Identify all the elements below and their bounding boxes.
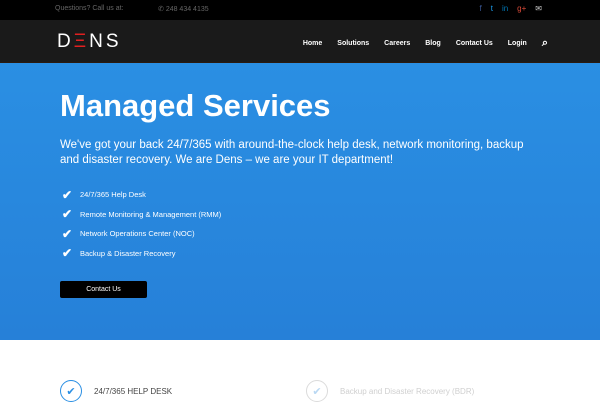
search-icon[interactable]: ⌕ — [542, 37, 548, 50]
logo-ns: NS — [89, 31, 122, 52]
check-circle-icon: ✔ — [306, 380, 328, 402]
list-item-label: Remote Monitoring & Management (RMM) — [80, 209, 222, 219]
nav-home[interactable]: Home — [303, 40, 322, 47]
check-icon: ✔ — [62, 207, 73, 222]
list-item: ✔ 24/7/365 Help Desk — [62, 185, 221, 205]
logo-d: D — [57, 31, 74, 52]
nav-login[interactable]: Login — [508, 40, 527, 47]
feature-title: 24/7/365 HELP DESK — [94, 386, 173, 396]
nav-solutions[interactable]: Solutions — [337, 40, 369, 47]
page-title: Managed Services — [60, 88, 331, 123]
list-item-label: 24/7/365 Help Desk — [80, 190, 146, 200]
twitter-icon[interactable]: t — [491, 4, 493, 13]
list-item-label: Network Operations Center (NOC) — [80, 229, 195, 239]
contact-us-button[interactable]: Contact Us — [60, 281, 147, 298]
list-item-label: Backup & Disaster Recovery — [80, 248, 176, 258]
service-list: ✔ 24/7/365 Help Desk ✔ Remote Monitoring &… — [62, 185, 221, 263]
phone-number[interactable]: ✆ 248 434 4135 — [158, 5, 209, 13]
nav-careers[interactable]: Careers — [384, 40, 410, 47]
top-bar: Questions? Call us at: ✆ 248 434 4135 f … — [0, 0, 600, 20]
email-icon[interactable]: ✉ — [535, 4, 542, 13]
facebook-icon[interactable]: f — [479, 4, 481, 13]
main-nav: DΞNS Home Solutions Careers Blog Contact… — [0, 20, 600, 63]
linkedin-icon[interactable]: in — [502, 4, 508, 13]
phone-text: 248 434 4135 — [165, 6, 209, 13]
check-icon: ✔ — [62, 226, 73, 241]
google-plus-icon[interactable]: g+ — [517, 4, 526, 13]
check-circle-icon: ✔ — [60, 380, 82, 402]
check-icon: ✔ — [62, 246, 73, 261]
check-icon: ✔ — [62, 187, 73, 202]
hero-subtitle: We've got your back 24/7/365 with around… — [60, 139, 524, 166]
logo-e: Ξ — [73, 31, 90, 52]
list-item: ✔ Backup & Disaster Recovery — [62, 244, 221, 264]
nav-blog[interactable]: Blog — [425, 40, 441, 47]
question-text: Questions? Call us at: — [55, 5, 124, 12]
hero-section: Managed Services We've got your back 24/… — [0, 63, 600, 340]
feature-help-desk: ✔ 24/7/365 HELP DESK — [60, 380, 172, 402]
nav-contact-us[interactable]: Contact Us — [456, 40, 493, 47]
list-item: ✔ Remote Monitoring & Management (RMM) — [62, 205, 221, 225]
logo[interactable]: DΞNS — [57, 31, 122, 53]
feature-title: Backup and Disaster Recovery (BDR) — [340, 386, 475, 396]
feature-bdr: ✔ Backup and Disaster Recovery (BDR) — [306, 380, 474, 402]
list-item: ✔ Network Operations Center (NOC) — [62, 224, 221, 244]
